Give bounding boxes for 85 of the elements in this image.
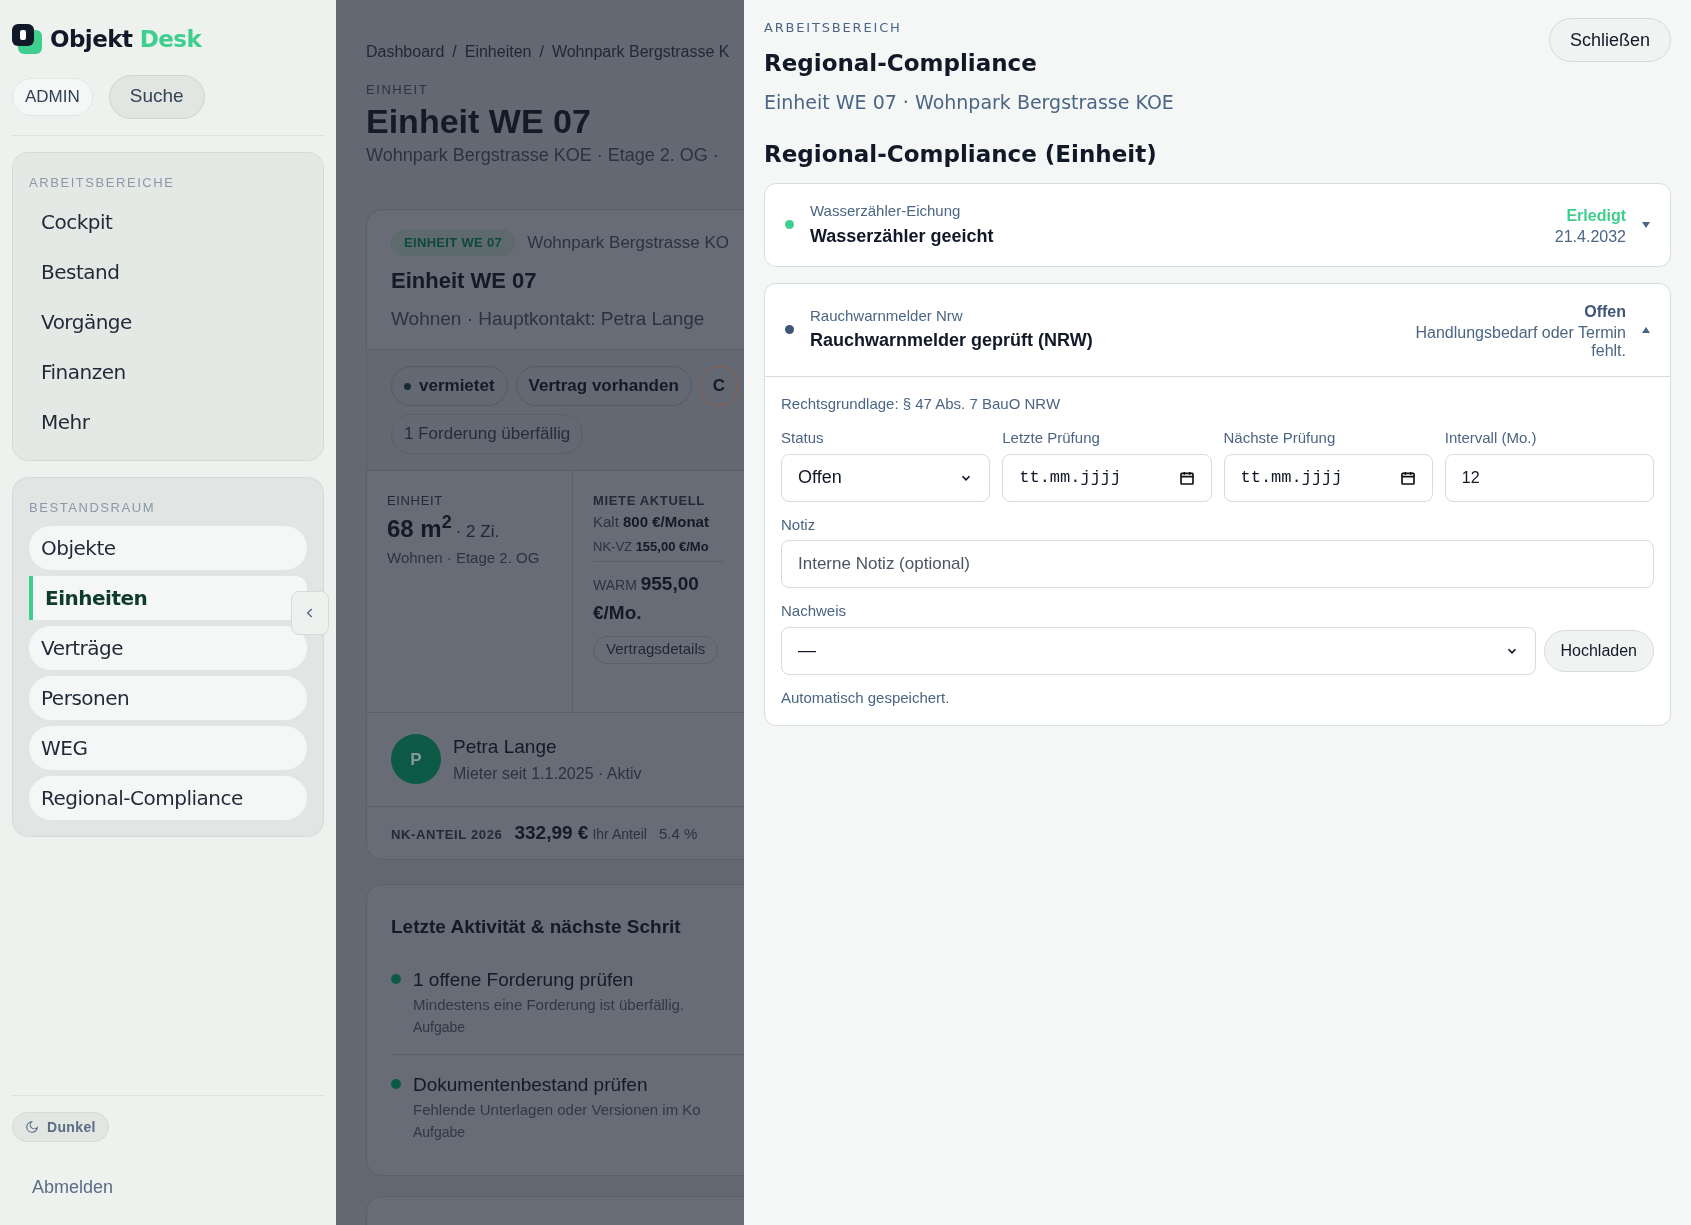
activity-title-text: 1 offene Forderung prüfen: [413, 967, 635, 992]
nav-item[interactable]: Finanzen: [29, 350, 307, 394]
cold-rent: Kalt 800 €/Monat: [593, 511, 710, 532]
logout-link[interactable]: Abmelden: [32, 1174, 114, 1201]
item-title: Rauchwarnmelder geprüft (NRW): [810, 329, 1094, 353]
field-label: Notiz: [781, 514, 817, 535]
item-detail: Handlungsbedarf oder Termin fehlt.: [1414, 323, 1626, 360]
avatar: P: [391, 734, 441, 785]
item-status: Offen: [1584, 301, 1626, 322]
compliance-header[interactable]: Wasserzähler-Eichung Wasserzähler geeicht Erledigt 21.4.2032: [765, 184, 1670, 266]
warm-rent: WARM 955,00 €/Mo.: [593, 571, 700, 625]
role-badge: ADMIN: [12, 77, 93, 116]
save-status: Automatisch gespeichert.: [781, 687, 951, 708]
nav-item[interactable]: Bestand: [29, 250, 307, 294]
share-label: NK-ANTEIL 2026: [391, 825, 503, 844]
compliance-header[interactable]: Rauchwarnmelder Nrw Rauchwarnmelder geprüft (NRW) Offen Handlungsbedarf oder Termin fehlt.: [765, 283, 1670, 377]
nav-item[interactable]: Personen: [29, 675, 307, 720]
card-meta: Wohnen · Hauptkontakt: Petra Lange: [391, 306, 706, 331]
nav-item[interactable]: Cockpit: [29, 200, 307, 244]
page-eyebrow: EINHEIT: [366, 81, 430, 99]
activity-text: Fehlende Unterlagen oder Versionen im Ko: [413, 1100, 701, 1120]
page-subtitle: Wohnpark Bergstrasse KOE · Etage 2. OG ·: [366, 144, 720, 167]
activity-type: Aufgabe: [413, 1122, 467, 1142]
breadcrumb-separator: /: [452, 42, 457, 62]
theme-toggle[interactable]: Dunkel: [12, 1112, 109, 1142]
field-label: Status: [781, 428, 825, 448]
upload-button[interactable]: Hochladen: [1543, 629, 1654, 672]
section-title: BESTANDSRAUM: [29, 499, 157, 517]
drawer-eyebrow: ARBEITSBEREICH: [764, 19, 903, 37]
stat-label: EINHEIT: [387, 492, 444, 510]
calendar-icon[interactable]: [1399, 469, 1416, 486]
nav-item[interactable]: Objekte: [29, 525, 307, 570]
share-amount: 332,99 €: [514, 820, 589, 845]
moon-icon: [25, 1120, 39, 1134]
interval-field[interactable]: 12: [1444, 453, 1654, 502]
brand-name: Objekt Desk: [50, 25, 202, 54]
note-field[interactable]: Interne Notiz (optional): [781, 540, 1654, 588]
activity-title-text: Dokumentenbestand prüfen: [413, 1072, 649, 1097]
card-title: Einheit WE 07: [391, 266, 538, 295]
proof-select[interactable]: —: [781, 626, 1536, 675]
rooms-text: · 2 Zi.: [455, 520, 500, 543]
nav-item[interactable]: Einheiten: [29, 575, 307, 620]
drawer-title: Regional-Compliance: [764, 48, 1037, 78]
unit-detail: Wohnen · Etage 2. OG: [387, 547, 541, 568]
page-title: Einheit WE 07: [366, 100, 592, 142]
caret-up-icon: [1642, 326, 1650, 333]
share-percent: 5.4 %: [658, 823, 698, 844]
nav-item[interactable]: Vorgänge: [29, 300, 307, 344]
activity-title: Letzte Aktivität & nächste Schrit: [391, 915, 682, 939]
tenant-name: Petra Lange: [453, 735, 558, 759]
unit-badge: EINHEIT WE 07: [391, 230, 516, 256]
item-status: Erledigt: [1566, 205, 1626, 226]
nav-item[interactable]: Regional-Compliance: [29, 775, 307, 820]
nav-item[interactable]: Mehr: [29, 400, 307, 444]
area-value: 68 m$^{2}$: [387, 510, 452, 544]
drawer-subtitle: Einheit WE 07 · Wohnpark Bergstrasse KOE: [764, 90, 1175, 115]
share-caption: Ihr Anteil: [592, 824, 647, 844]
legal-basis: Rechtsgrundlage: § 47 Abs. 7 BauO NRW: [781, 393, 1062, 414]
breadcrumb-separator: /: [539, 42, 544, 62]
field-label: Intervall (Mo.): [1444, 428, 1538, 448]
location-text: Wohnpark Bergstrasse KO: [527, 232, 730, 254]
field-label: Nachweis: [781, 601, 848, 621]
tenant-detail: Mieter seit 1.1.2025 · Aktiv: [453, 763, 642, 784]
status-select[interactable]: Offen: [781, 453, 991, 502]
close-button[interactable]: Schließen: [1548, 18, 1671, 62]
date-field[interactable]: tt.mm.jjjj: [1223, 453, 1433, 502]
field-label: Letzte Prüfung: [1002, 428, 1101, 448]
nav-item[interactable]: Verträge: [29, 625, 307, 670]
field-label: Nächste Prüfung: [1223, 428, 1337, 448]
section-title: ARBEITSBEREICHE: [29, 173, 176, 192]
caret-down-icon: [1642, 221, 1650, 228]
activity-text: Mindestens eine Forderung ist überfällig.: [413, 995, 684, 1015]
logo-icon: [12, 24, 42, 55]
item-category: Rauchwarnmelder Nrw: [810, 305, 964, 326]
nav-item[interactable]: WEG: [29, 725, 307, 770]
item-title: Wasserzähler geeicht: [810, 224, 995, 248]
search-button[interactable]: Suche: [108, 74, 205, 119]
section-heading: Regional-Compliance (Einheit): [764, 139, 1158, 169]
nk-prepayment: NK-VZ 155,00 €/Mo: [593, 537, 723, 562]
calendar-icon[interactable]: [1178, 469, 1195, 486]
date-field[interactable]: tt.mm.jjjj: [1002, 453, 1212, 502]
item-detail: 21.4.2032: [1553, 227, 1626, 246]
activity-type: Aufgabe: [413, 1017, 467, 1037]
stat-label: MIETE AKTUELL: [593, 492, 706, 510]
item-category: Wasserzähler-Eichung: [810, 201, 962, 221]
